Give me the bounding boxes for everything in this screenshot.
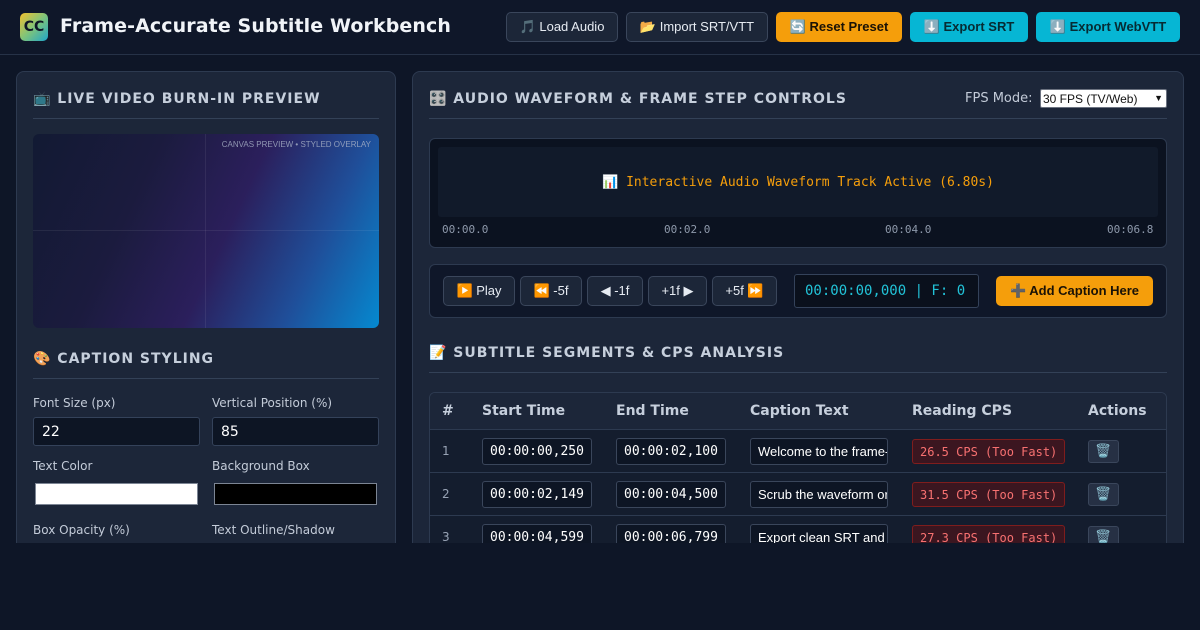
back-1-frame-button[interactable]: ◀ -1f bbox=[587, 276, 643, 306]
app-title: Frame-Accurate Subtitle Workbench bbox=[60, 15, 451, 37]
timeline-tick: 00:02.0 bbox=[664, 223, 711, 236]
export-srt-button[interactable]: ⬇️ Export SRT bbox=[910, 12, 1028, 42]
import-srt-vtt-button[interactable]: 📂 Import SRT/VTT bbox=[626, 12, 768, 42]
timeline-tick: 00:04.0 bbox=[885, 223, 932, 236]
column-header: Reading CPS bbox=[912, 403, 1013, 419]
start-time-input[interactable]: 00:00:00,250 bbox=[482, 438, 592, 465]
vertical-position-input[interactable]: 85 bbox=[212, 417, 379, 446]
load-audio-button[interactable]: 🎵 Load Audio bbox=[506, 12, 618, 42]
timeline-tick: 00:06.8 bbox=[1107, 223, 1154, 236]
video-preview-canvas[interactable]: CANVAS PREVIEW • STYLED OVERLAY bbox=[33, 134, 379, 328]
trash-icon: 🗑️ bbox=[1095, 444, 1112, 459]
divider bbox=[33, 378, 379, 379]
left-panel: 📺 LIVE VIDEO BURN-IN PREVIEW CANVAS PREV… bbox=[16, 71, 396, 571]
page-background bbox=[0, 543, 1200, 630]
forward-1-frame-button[interactable]: +1f ▶ bbox=[648, 276, 707, 306]
segments-section-title: 📝 SUBTITLE SEGMENTS & CPS ANALYSIS bbox=[429, 345, 785, 361]
row-number: 2 bbox=[442, 487, 450, 501]
waveform-status-text: 📊 Interactive Audio Waveform Track Activ… bbox=[602, 174, 994, 190]
row-number: 1 bbox=[442, 444, 450, 458]
fps-mode-value: 30 FPS (TV/Web) bbox=[1043, 91, 1138, 106]
forward-5-frames-button[interactable]: +5f ⏩ bbox=[712, 276, 777, 306]
column-header: # bbox=[442, 403, 454, 419]
app-logo: CC bbox=[20, 13, 48, 41]
styling-section-title: 🎨 CAPTION STYLING bbox=[33, 351, 215, 367]
end-time-input[interactable]: 00:00:02,100 bbox=[616, 438, 726, 465]
app-header: CC Frame-Accurate Subtitle Workbench 🎵 L… bbox=[0, 0, 1200, 55]
column-header: Start Time bbox=[482, 403, 566, 419]
column-header: Actions bbox=[1088, 403, 1147, 419]
preview-guide-line bbox=[33, 230, 379, 231]
end-time-input[interactable]: 00:00:04,500 bbox=[616, 481, 726, 508]
waveform-container: 📊 Interactive Audio Waveform Track Activ… bbox=[429, 138, 1167, 248]
export-webvtt-button[interactable]: ⬇️ Export WebVTT bbox=[1036, 12, 1180, 42]
fps-mode-label: FPS Mode: bbox=[965, 91, 1033, 106]
background-box-color-picker[interactable] bbox=[214, 483, 377, 505]
fps-mode-select[interactable]: 30 FPS (TV/Web) ▼ bbox=[1040, 89, 1167, 108]
timeline-tick: 00:00.0 bbox=[442, 223, 489, 236]
text-outline-label: Text Outline/Shadow bbox=[212, 523, 335, 537]
play-button[interactable]: ▶️ Play bbox=[443, 276, 515, 306]
start-time-input[interactable]: 00:00:02,149 bbox=[482, 481, 592, 508]
waveform-section-title: 🎛️ AUDIO WAVEFORM & FRAME STEP CONTROLS bbox=[429, 91, 847, 107]
table-row: 1 00:00:00,250 00:00:02,100 Welcome to t… bbox=[430, 430, 1166, 473]
reset-preset-button[interactable]: 🔄 Reset Preset bbox=[776, 12, 902, 42]
caption-text-input[interactable]: Scrub the waveform or step frame by fram… bbox=[750, 481, 888, 508]
background-box-label: Background Box bbox=[212, 459, 310, 473]
trash-icon: 🗑️ bbox=[1095, 487, 1112, 502]
text-color-picker[interactable] bbox=[35, 483, 198, 505]
preview-guide-line bbox=[205, 134, 206, 328]
table-row: 2 00:00:02,149 00:00:04,500 Scrub the wa… bbox=[430, 473, 1166, 516]
column-header: End Time bbox=[616, 403, 689, 419]
delete-row-button[interactable]: 🗑️ bbox=[1088, 440, 1119, 463]
transport-controls: ▶️ Play ⏪ -5f ◀ -1f +1f ▶ +5f ⏩ 00:00:00… bbox=[429, 264, 1167, 318]
caption-text-input[interactable]: Welcome to the frame-accurate subtitle w… bbox=[750, 438, 888, 465]
table-header: # Start Time End Time Caption Text Readi… bbox=[430, 393, 1166, 430]
right-panel: 🎛️ AUDIO WAVEFORM & FRAME STEP CONTROLS … bbox=[412, 71, 1184, 571]
waveform-track[interactable]: 📊 Interactive Audio Waveform Track Activ… bbox=[438, 147, 1158, 217]
font-size-input[interactable]: 22 bbox=[33, 417, 200, 446]
vertical-position-label: Vertical Position (%) bbox=[212, 396, 333, 410]
column-header: Caption Text bbox=[750, 403, 849, 419]
divider bbox=[33, 118, 379, 119]
back-5-frames-button[interactable]: ⏪ -5f bbox=[520, 276, 582, 306]
timecode-display: 00:00:00,000 | F: 0 bbox=[794, 274, 979, 308]
divider bbox=[429, 118, 1167, 119]
divider bbox=[429, 372, 1167, 373]
row-number: 3 bbox=[442, 530, 450, 544]
font-size-label: Font Size (px) bbox=[33, 396, 116, 410]
preview-overlay-label: CANVAS PREVIEW • STYLED OVERLAY bbox=[221, 140, 371, 149]
delete-row-button[interactable]: 🗑️ bbox=[1088, 483, 1119, 506]
chevron-down-icon: ▼ bbox=[1154, 93, 1163, 103]
text-color-label: Text Color bbox=[33, 459, 93, 473]
preview-section-title: 📺 LIVE VIDEO BURN-IN PREVIEW bbox=[33, 91, 321, 107]
cps-badge: 26.5 CPS (Too Fast) bbox=[912, 439, 1066, 464]
cps-badge: 31.5 CPS (Too Fast) bbox=[912, 482, 1066, 507]
box-opacity-label: Box Opacity (%) bbox=[33, 523, 130, 537]
add-caption-button[interactable]: ➕ Add Caption Here bbox=[996, 276, 1153, 306]
